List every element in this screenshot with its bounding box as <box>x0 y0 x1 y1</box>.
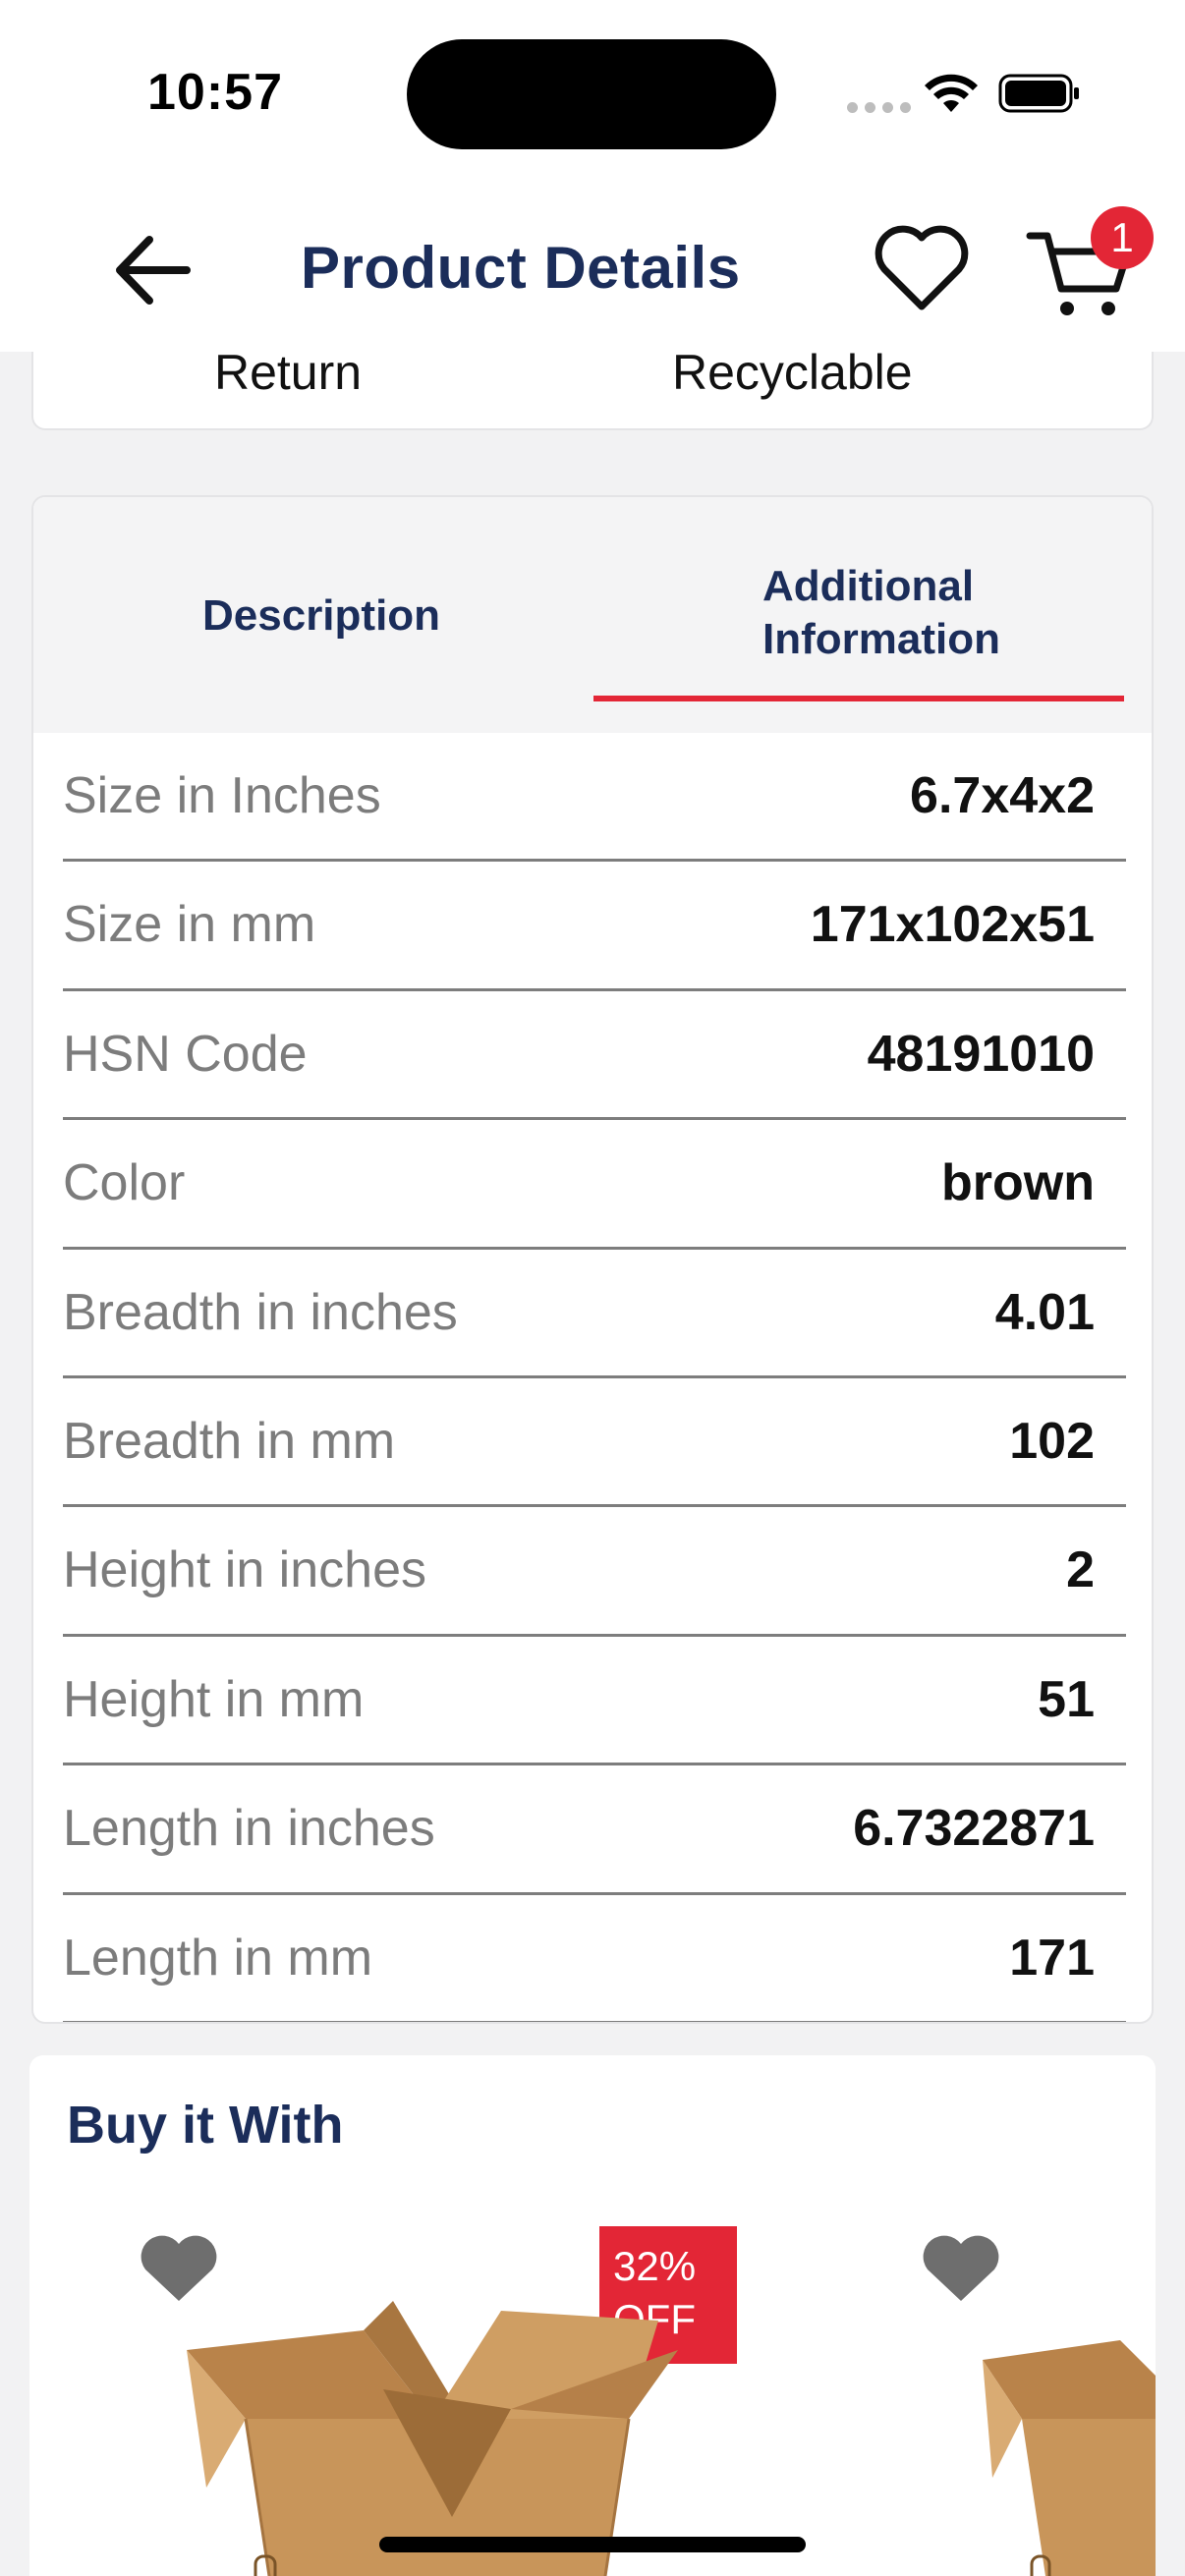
spec-label: Size in mm <box>63 896 316 954</box>
spec-label: Breadth in mm <box>63 1412 396 1470</box>
spec-label: Size in Inches <box>63 767 381 824</box>
heart-outline-icon[interactable] <box>873 224 971 314</box>
spec-value: 6.7322871 <box>853 1800 1095 1858</box>
wifi-icon <box>925 74 978 112</box>
spec-value: brown <box>941 1154 1095 1212</box>
spec-value: 102 <box>1009 1412 1095 1470</box>
spec-label: Height in inches <box>63 1541 426 1599</box>
buy-it-with-section: Buy it With 32% OFF <box>29 2055 1156 2576</box>
spec-value: 51 <box>1038 1670 1095 1728</box>
tab-description[interactable]: Description <box>33 497 593 733</box>
spec-label: HSN Code <box>63 1025 308 1083</box>
page-title: Product Details <box>301 235 741 301</box>
info-tabs: Description Additional Information <box>33 497 1152 733</box>
cart-count-badge: 1 <box>1091 206 1154 269</box>
spec-value: 4.01 <box>994 1283 1095 1341</box>
spec-value: 171 <box>1009 1929 1095 1987</box>
status-bar: 10:57 <box>0 0 1185 177</box>
spec-value: 6.7x4x2 <box>910 767 1095 824</box>
spec-label: Breadth in inches <box>63 1283 458 1341</box>
product-card[interactable]: 32% OFF <box>59 2203 786 2576</box>
product-info-card: Description Additional Information Size … <box>31 495 1154 2024</box>
spec-row: HSN Code 48191010 <box>63 991 1126 1121</box>
spec-row: Height in inches 2 <box>63 1507 1126 1637</box>
spec-table: Size in Inches 6.7x4x2 Size in mm 171x10… <box>63 733 1126 2022</box>
spec-value: 171x102x51 <box>810 896 1095 954</box>
discount-percent: 32% <box>613 2243 697 2289</box>
active-tab-indicator <box>593 696 1124 701</box>
back-arrow-icon[interactable] <box>108 226 197 314</box>
battery-icon <box>998 74 1079 113</box>
spec-label: Height in mm <box>63 1670 365 1728</box>
buy-it-with-title: Buy it With <box>67 2096 344 2155</box>
home-indicator[interactable] <box>379 2537 806 2552</box>
cardboard-box-image <box>983 2340 1156 2576</box>
spec-row: Size in Inches 6.7x4x2 <box>63 733 1126 863</box>
spec-row: Length in inches 6.7322871 <box>63 1765 1126 1895</box>
return-policy-label: Return <box>214 345 363 400</box>
spec-label: Color <box>63 1154 186 1212</box>
cardboard-box-image <box>187 2301 678 2576</box>
heart-filled-icon[interactable] <box>920 2232 1002 2305</box>
spec-row: Breadth in inches 4.01 <box>63 1250 1126 1378</box>
tab-additional-information-label: Additional Information <box>762 562 1000 663</box>
product-card[interactable] <box>845 2203 1156 2576</box>
app-header: Product Details 1 <box>0 177 1185 352</box>
cellular-signal-icon <box>847 102 911 113</box>
spec-row: Height in mm 51 <box>63 1637 1126 1766</box>
spec-row: Color brown <box>63 1120 1126 1250</box>
status-time: 10:57 <box>147 64 283 121</box>
spec-label: Length in mm <box>63 1929 373 1987</box>
policy-card: Return Recyclable <box>31 345 1154 430</box>
spec-row: Size in mm 171x102x51 <box>63 862 1126 991</box>
recyclable-label: Recyclable <box>672 345 913 400</box>
dynamic-island <box>407 39 776 149</box>
spec-value: 48191010 <box>867 1025 1095 1083</box>
spec-label: Length in inches <box>63 1800 435 1858</box>
spec-value: 2 <box>1066 1541 1095 1599</box>
spec-row: Length in mm 171 <box>63 1895 1126 2022</box>
spec-row: Breadth in mm 102 <box>63 1378 1126 1508</box>
tab-description-label: Description <box>202 591 441 640</box>
